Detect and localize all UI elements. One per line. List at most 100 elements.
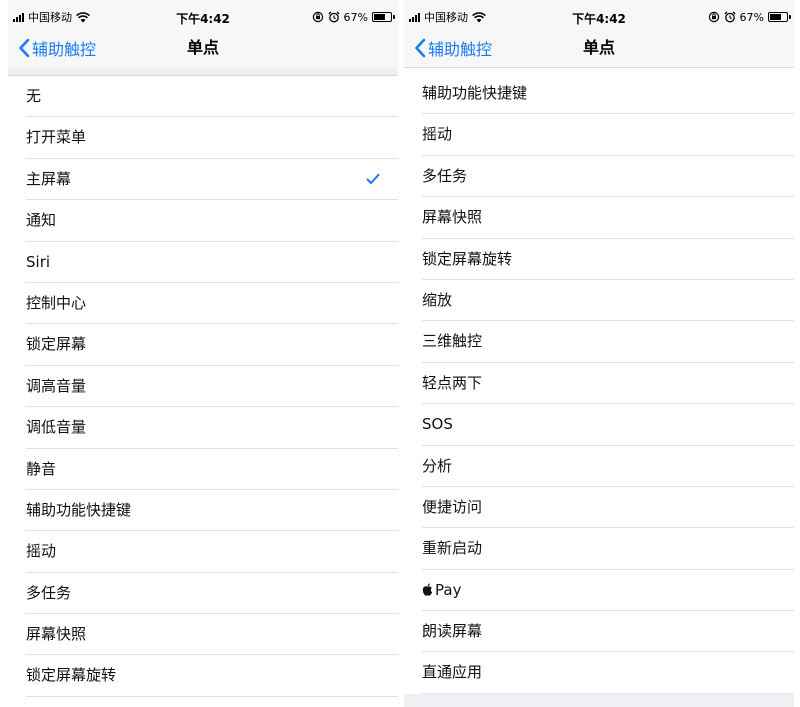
list-item-text: 通知 bbox=[26, 211, 57, 230]
status-right: 67% bbox=[708, 9, 791, 25]
list-item-label: 摇动 bbox=[422, 114, 452, 155]
list-item-label: 锁定屏幕旋转 bbox=[422, 239, 512, 280]
list-item-text: 轻点两下 bbox=[422, 373, 483, 392]
list-item[interactable]: 静音 bbox=[8, 449, 398, 491]
status-bar: 中国移动 下午4:42 67% bbox=[404, 0, 794, 34]
list-item[interactable]: Pay bbox=[404, 570, 794, 612]
list-item-label: Pay bbox=[422, 570, 461, 611]
list-item-label: 无 bbox=[26, 76, 41, 117]
list-item[interactable]: SOS bbox=[404, 404, 794, 446]
list-item[interactable]: 锁定屏幕 bbox=[8, 324, 398, 367]
list-item[interactable]: 调高音量 bbox=[8, 366, 398, 408]
page-title: 单点 bbox=[582, 38, 615, 57]
list-item[interactable]: 多任务 bbox=[8, 573, 398, 615]
list-item[interactable]: 缩放 bbox=[404, 280, 794, 322]
right-phone-screen: 中国移动 下午4:42 67% 辅助触控 单点 辅助功能快捷键 摇动 多任务 屏… bbox=[404, 0, 794, 707]
battery-level-fill bbox=[770, 14, 781, 20]
battery-percent: 67% bbox=[739, 10, 764, 24]
list-item-label: 屏幕快照 bbox=[422, 197, 482, 238]
nav-bottom-rule bbox=[404, 67, 794, 68]
list-item-label: 主屏幕 bbox=[26, 159, 71, 200]
alarm-icon bbox=[327, 11, 340, 23]
navigation-bar: 辅助触控 单点 bbox=[404, 34, 794, 68]
list-item[interactable]: 多任务 bbox=[404, 156, 794, 198]
list-item-label: 通知 bbox=[26, 200, 56, 241]
list-item-text: 直通应用 bbox=[422, 663, 483, 682]
list-item[interactable]: 辅助功能快捷键 bbox=[404, 73, 794, 115]
list-item-text: 屏幕快照 bbox=[26, 625, 87, 644]
list-item[interactable]: 重新启动 bbox=[404, 528, 794, 571]
list-item[interactable]: 调低音量 bbox=[8, 407, 398, 449]
list-item-text: 调高音量 bbox=[26, 376, 87, 395]
list-item-text: 无 bbox=[26, 87, 42, 105]
list-item[interactable]: 锁定屏幕旋转 bbox=[8, 655, 398, 698]
list-item-label: 三维触控 bbox=[422, 321, 482, 362]
status-bar: 中国移动 下午4:42 67% bbox=[8, 0, 398, 34]
list-footer-gap bbox=[404, 694, 794, 707]
list-item-text: 静音 bbox=[26, 459, 57, 478]
list-item-label: 轻点两下 bbox=[422, 363, 482, 404]
list-item[interactable]: Siri bbox=[8, 242, 398, 284]
list-item-label: 屏幕快照 bbox=[26, 614, 86, 655]
list-item-label: 缩放 bbox=[422, 280, 452, 321]
list-item-label: 分析 bbox=[422, 446, 452, 487]
battery-percent: 67% bbox=[343, 10, 368, 24]
list-item[interactable]: 主屏幕 bbox=[8, 159, 398, 201]
rotation-lock-icon bbox=[708, 11, 719, 23]
list-item[interactable]: 通知 bbox=[8, 200, 398, 242]
list-item[interactable]: 屏幕快照 bbox=[8, 614, 398, 656]
list-item-text: 朗读屏幕 bbox=[422, 622, 483, 641]
battery-level-fill bbox=[374, 14, 385, 20]
list-item-text: 摇动 bbox=[26, 542, 57, 561]
list-item-label: SOS bbox=[422, 404, 453, 445]
list-item-label: 调低音量 bbox=[26, 407, 86, 448]
list-item[interactable]: 锁定屏幕旋转 bbox=[404, 239, 794, 281]
list-item-text: 屏幕快照 bbox=[422, 208, 483, 227]
list-item-text: Pay bbox=[435, 580, 462, 599]
list-item-text: 辅助功能快捷键 bbox=[422, 84, 528, 102]
list-item[interactable]: 分析 bbox=[404, 446, 794, 488]
status-right: 67% bbox=[312, 9, 395, 25]
list-item[interactable]: 屏幕快照 bbox=[404, 197, 794, 239]
list-item-label: 摇动 bbox=[26, 531, 56, 572]
list-item[interactable]: 辅助功能快捷键 bbox=[8, 490, 398, 532]
list-item[interactable]: 轻点两下 bbox=[404, 363, 794, 405]
battery-icon bbox=[768, 12, 791, 22]
screenshot-canvas: 中国移动 下午4:42 67% 辅助触控 单点 无 打开菜单 主屏幕 通知 Si… bbox=[0, 0, 800, 707]
list-item[interactable]: 朗读屏幕 bbox=[404, 611, 794, 653]
list-item-label: 直通应用 bbox=[422, 652, 482, 693]
list-item-text: Siri bbox=[26, 252, 51, 271]
list-item-label: 辅助功能快捷键 bbox=[422, 73, 527, 114]
list-item-text: SOS bbox=[422, 415, 453, 434]
list-item-text: 锁定屏幕 bbox=[26, 335, 87, 354]
list-item[interactable]: 三维触控 bbox=[404, 321, 794, 364]
list-item-label: Siri bbox=[26, 242, 50, 283]
list-item-text: 缩放 bbox=[422, 290, 453, 309]
list-item-text: 打开菜单 bbox=[26, 128, 87, 147]
left-phone-screen: 中国移动 下午4:42 67% 辅助触控 单点 无 打开菜单 主屏幕 通知 Si… bbox=[8, 0, 398, 707]
navigation-bar: 辅助触控 单点 bbox=[8, 34, 398, 68]
list-item[interactable]: 便捷访问 bbox=[404, 487, 794, 529]
checkmark-icon bbox=[366, 173, 380, 184]
list-item-text: 分析 bbox=[422, 456, 453, 475]
list-item-label: 多任务 bbox=[26, 573, 71, 614]
list-item-label: 朗读屏幕 bbox=[422, 611, 482, 652]
list-item[interactable]: 直通应用 bbox=[404, 652, 794, 695]
alarm-icon bbox=[723, 11, 736, 23]
list-item-text: 调低音量 bbox=[26, 418, 87, 437]
list-item[interactable]: 控制中心 bbox=[8, 283, 398, 325]
list-item-label: 多任务 bbox=[422, 156, 467, 197]
list-item-text: 重新启动 bbox=[422, 539, 483, 558]
list-item-text: 摇动 bbox=[422, 125, 453, 144]
list-item[interactable]: 摇动 bbox=[8, 531, 398, 574]
apple-logo-icon bbox=[422, 583, 433, 596]
list-item[interactable]: 无 bbox=[8, 76, 398, 118]
list-item-label: 调高音量 bbox=[26, 366, 86, 407]
list-item-label: 控制中心 bbox=[26, 283, 86, 324]
list-item[interactable]: 摇动 bbox=[404, 114, 794, 157]
list-item-text: 多任务 bbox=[422, 166, 468, 185]
list-item-text: 主屏幕 bbox=[26, 169, 72, 188]
list-item[interactable]: 打开菜单 bbox=[8, 117, 398, 160]
action-list: 辅助功能快捷键 摇动多任务屏幕快照锁定屏幕旋转缩放三维触控轻点两下 SOS 分析便捷访… bbox=[404, 73, 794, 695]
rotation-lock-icon bbox=[312, 11, 323, 23]
